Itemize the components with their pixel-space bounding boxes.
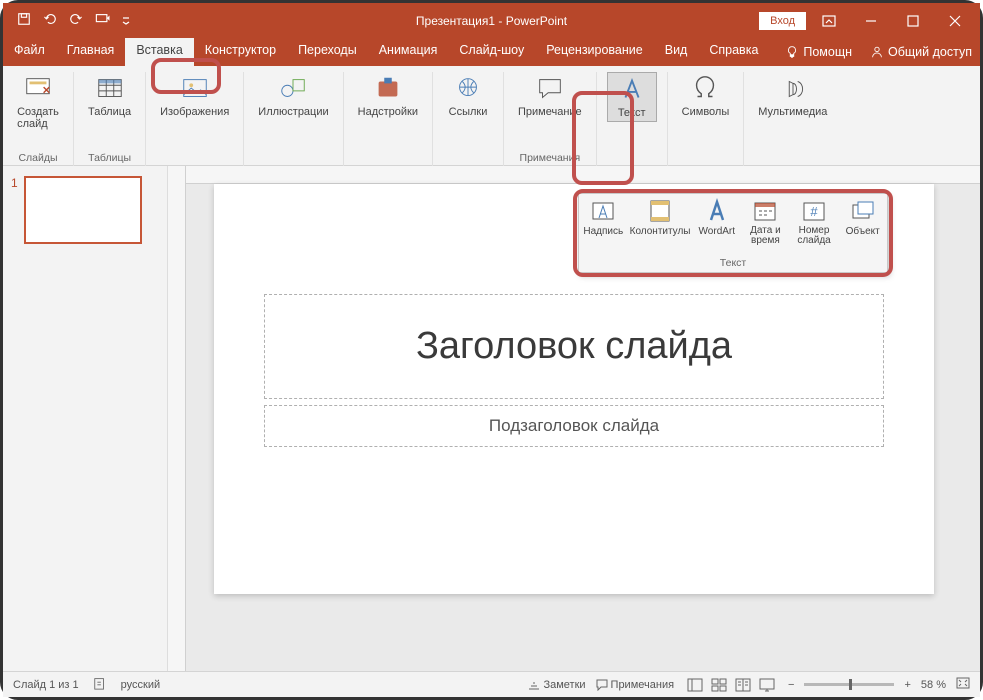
tab-file[interactable]: Файл	[3, 38, 56, 66]
addins-button[interactable]: Надстройки	[354, 72, 422, 120]
table-button[interactable]: Таблица	[84, 72, 135, 120]
sorter-view-icon[interactable]	[708, 676, 730, 694]
images-label: Изображения	[160, 106, 229, 118]
tab-animations[interactable]: Анимация	[368, 38, 449, 66]
start-from-beginning-icon[interactable]	[95, 12, 110, 29]
datetime-label: Дата и время	[750, 226, 781, 246]
slide-thumbnail-1[interactable]	[24, 176, 142, 244]
subtitle-placeholder[interactable]: Подзаголовок слайда	[264, 405, 884, 447]
status-bar: Слайд 1 из 1 русский Заметки Примечания …	[3, 671, 980, 697]
reading-view-icon[interactable]	[732, 676, 754, 694]
text-button[interactable]: Текст	[607, 72, 657, 122]
wordart-label: WordArt	[699, 226, 736, 237]
minimize-icon[interactable]	[852, 6, 890, 36]
window-title: Презентация1 - PowerPoint	[416, 14, 567, 28]
slide-info: Слайд 1 из 1	[13, 679, 79, 691]
quick-access-toolbar	[3, 12, 130, 29]
vertical-ruler	[168, 166, 186, 671]
tab-slideshow[interactable]: Слайд-шоу	[448, 38, 535, 66]
addins-label: Надстройки	[358, 106, 418, 118]
links-button[interactable]: Ссылки	[443, 72, 493, 120]
fit-to-window-icon[interactable]	[956, 677, 970, 692]
ribbon-tabs: Файл Главная Вставка Конструктор Переход…	[3, 38, 980, 66]
images-button[interactable]: Изображения	[156, 72, 233, 120]
symbols-label: Символы	[682, 106, 730, 118]
ribbon-display-icon[interactable]	[810, 6, 848, 36]
slideshow-view-icon[interactable]	[756, 676, 778, 694]
new-slide-button[interactable]: Создать слайд	[13, 72, 63, 132]
headerfooter-button[interactable]: Колонтитулы	[628, 194, 693, 256]
qat-dropdown-icon[interactable]	[122, 14, 130, 28]
group-slides-label: Слайды	[18, 152, 57, 166]
tab-design[interactable]: Конструктор	[194, 38, 287, 66]
share-button[interactable]: Общий доступ	[862, 45, 980, 59]
tab-insert[interactable]: Вставка	[125, 38, 193, 66]
text-label: Текст	[618, 107, 646, 119]
text-flyout-panel: Надпись Колонтитулы WordArt Дата и время…	[578, 193, 888, 273]
tab-home[interactable]: Главная	[56, 38, 126, 66]
title-bar: Презентация1 - PowerPoint Вход	[3, 3, 980, 38]
horizontal-ruler	[186, 166, 980, 184]
login-button[interactable]: Вход	[759, 12, 806, 30]
illustrations-button[interactable]: Иллюстрации	[254, 72, 332, 120]
symbols-button[interactable]: Символы	[678, 72, 734, 120]
wordart-button[interactable]: WordArt	[692, 194, 741, 256]
spellcheck-icon[interactable]	[93, 676, 107, 693]
links-label: Ссылки	[449, 106, 488, 118]
object-label: Объект	[846, 226, 880, 237]
table-label: Таблица	[88, 106, 131, 118]
notes-button[interactable]: Заметки	[528, 679, 585, 691]
tell-me-button[interactable]: Помощн	[777, 45, 860, 59]
share-label: Общий доступ	[888, 45, 972, 59]
close-icon[interactable]	[936, 6, 974, 36]
object-button[interactable]: Объект	[838, 194, 887, 256]
svg-text:#: #	[810, 204, 818, 219]
title-placeholder[interactable]: Заголовок слайда	[264, 294, 884, 399]
maximize-icon[interactable]	[894, 6, 932, 36]
ribbon: Создать слайд Слайды Таблица Таблицы Изо…	[3, 66, 980, 166]
illustrations-label: Иллюстрации	[258, 106, 328, 118]
zoom-slider[interactable]	[804, 683, 894, 686]
tab-review[interactable]: Рецензирование	[535, 38, 654, 66]
textbox-label: Надпись	[583, 226, 623, 237]
media-button[interactable]: Мультимедиа	[754, 72, 831, 120]
slide-thumbnails-panel: 1	[3, 166, 168, 671]
slidenumber-button[interactable]: # Номер слайда	[790, 194, 839, 256]
undo-icon[interactable]	[43, 12, 57, 29]
tab-view[interactable]: Вид	[654, 38, 699, 66]
comment-button[interactable]: Примечание	[514, 72, 586, 120]
zoom-out-icon[interactable]: −	[788, 679, 794, 691]
thumbnail-number: 1	[11, 176, 18, 244]
slidenumber-label: Номер слайда	[797, 226, 830, 246]
media-label: Мультимедиа	[758, 106, 827, 118]
group-comments-label: Примечания	[520, 152, 581, 166]
save-icon[interactable]	[17, 12, 31, 29]
group-tables-label: Таблицы	[88, 152, 131, 166]
tab-transitions[interactable]: Переходы	[287, 38, 368, 66]
textbox-button[interactable]: Надпись	[579, 194, 628, 256]
zoom-in-icon[interactable]: +	[904, 679, 910, 691]
tell-me-label: Помощн	[803, 45, 852, 59]
zoom-value[interactable]: 58 %	[921, 679, 946, 691]
flyout-group-label: Текст	[579, 256, 887, 272]
new-slide-label: Создать слайд	[17, 106, 59, 130]
language-label[interactable]: русский	[121, 679, 160, 691]
notes-label: Заметки	[543, 679, 585, 691]
comments-button[interactable]: Примечания	[596, 679, 675, 691]
tab-help[interactable]: Справка	[698, 38, 769, 66]
headerfooter-label: Колонтитулы	[630, 226, 691, 237]
redo-icon[interactable]	[69, 12, 83, 29]
datetime-button[interactable]: Дата и время	[741, 194, 790, 256]
normal-view-icon[interactable]	[684, 676, 706, 694]
comments-label: Примечания	[611, 679, 675, 691]
comment-label: Примечание	[518, 106, 582, 118]
